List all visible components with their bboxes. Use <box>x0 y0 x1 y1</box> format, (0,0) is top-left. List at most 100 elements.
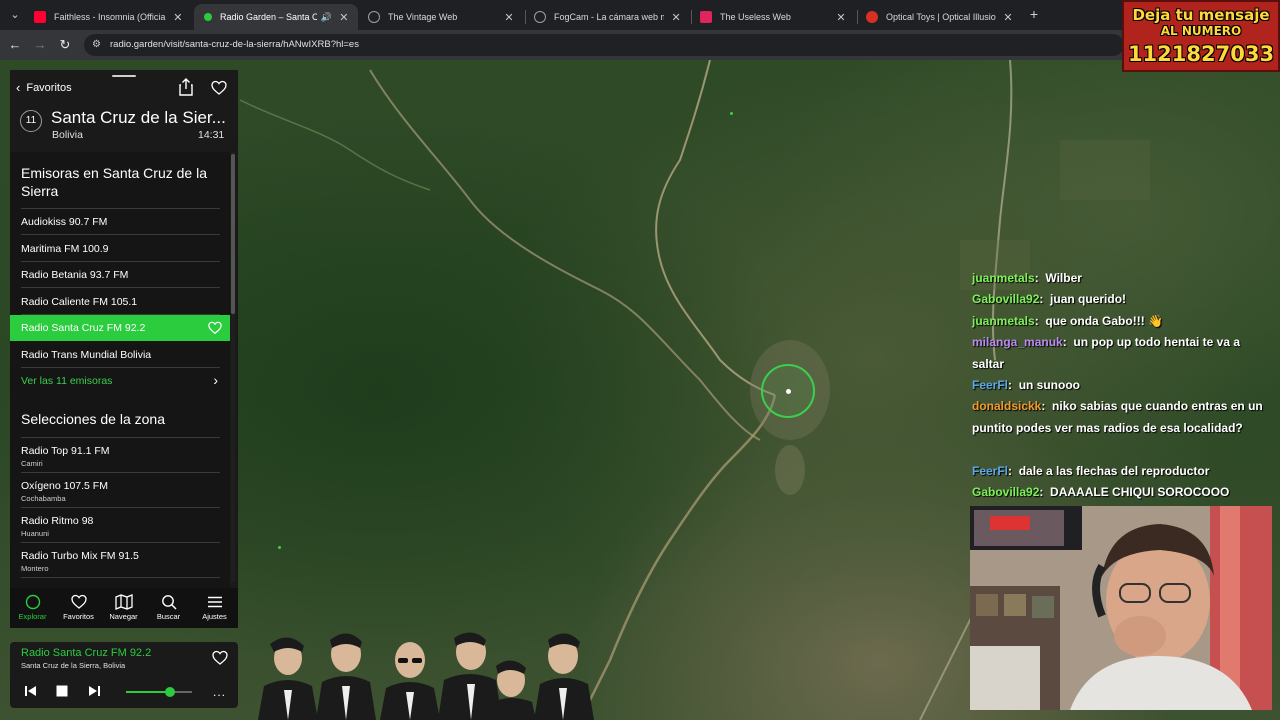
station-dot[interactable] <box>278 546 281 549</box>
station-name: Radio Betania 93.7 FM <box>21 269 129 281</box>
panel-scrollbar[interactable] <box>231 152 235 582</box>
volume-knob[interactable] <box>164 687 175 697</box>
back-to-favorites-link[interactable]: ‹ Favoritos <box>16 80 72 95</box>
close-tab-icon[interactable]: ✕ <box>834 11 848 24</box>
heart-icon[interactable] <box>208 321 222 335</box>
chat-message: donaldsickk: niko sabias que cuando entr… <box>972 399 1263 435</box>
radio-panel: ‹ Favoritos 11 Santa Cruz de la Sier... … <box>10 70 238 590</box>
globe-favicon-icon <box>368 11 380 23</box>
station-item[interactable]: Radio Betania 93.7 FM <box>10 262 230 288</box>
chat-username: donaldsickk <box>972 399 1042 413</box>
map-icon <box>114 594 133 610</box>
close-tab-icon[interactable]: ✕ <box>670 11 682 24</box>
stop-icon[interactable] <box>55 684 69 698</box>
station-list[interactable]: Emisoras en Santa Cruz de la Sierra Audi… <box>10 152 230 590</box>
speaker-icon[interactable]: 🔊 <box>321 12 332 23</box>
chat-message: FeerFl: dale a las flechas del reproduct… <box>972 464 1210 478</box>
close-tab-icon[interactable]: ✕ <box>338 11 350 24</box>
tab-title: The Useless Web <box>720 12 791 22</box>
chat-message: Gabovilla92: DAAAALE CHIQUI SOROCOOO <box>972 485 1230 499</box>
heart-icon <box>70 594 87 609</box>
tab-0[interactable]: Faithless - Insomnia (Official 4K ✕ <box>26 4 192 30</box>
see-all-stations-link[interactable]: Ver las 11 emisoras › <box>10 368 230 394</box>
more-options-icon[interactable]: ... <box>213 685 226 699</box>
share-icon[interactable] <box>178 78 194 96</box>
selection-name: Oxígeno 107.5 FM <box>21 480 108 492</box>
tab-title: Optical Toys | Optical Illusions a <box>886 12 996 22</box>
tab-4[interactable]: The Useless Web ✕ <box>692 4 856 30</box>
nav-label: Explorar <box>18 612 47 621</box>
volume-slider[interactable] <box>126 687 192 697</box>
previous-icon[interactable] <box>24 684 38 698</box>
stream-chat: juanmetals: Wilber Gabovilla92: juan que… <box>966 266 1276 506</box>
new-tab-icon[interactable]: + <box>1026 6 1042 22</box>
url-text[interactable]: radio.garden/visit/santa-cruz-de-la-sier… <box>110 39 359 50</box>
heart-icon[interactable] <box>211 80 227 96</box>
address-bar[interactable]: ⚙ radio.garden/visit/santa-cruz-de-la-si… <box>84 34 1124 56</box>
tab-1[interactable]: Radio Garden – Santa Cruz 🔊 ✕ <box>194 4 358 30</box>
globe-favicon-icon <box>534 11 546 23</box>
station-item-active[interactable]: Radio Santa Cruz FM 92.2 <box>10 315 230 341</box>
nav-search[interactable]: Buscar <box>146 588 191 628</box>
station-item[interactable]: Audiokiss 90.7 FM <box>10 209 230 235</box>
selection-name: Radio Ritmo 98 <box>21 515 94 527</box>
selection-name: Radio Top 91.1 FM <box>21 445 110 457</box>
volume-fill <box>126 691 170 693</box>
chat-message: milanga_manuk: un pop up todo hentai te … <box>972 335 1241 371</box>
browser-toolbar: ← → ↻ ⚙ radio.garden/visit/santa-cruz-de… <box>0 30 1280 60</box>
selected-station-marker[interactable] <box>761 364 815 418</box>
nav-explore[interactable]: Explorar <box>10 588 55 628</box>
chat-message: juanmetals: que onda Gabo!!! 👋 <box>972 314 1163 328</box>
selection-item[interactable]: Radio Top 91.1 FM Camiri <box>10 438 230 473</box>
selection-item[interactable]: Radio Turbo Mix FM 91.5 Montero <box>10 543 230 578</box>
chat-username: juanmetals <box>972 314 1035 328</box>
selection-place: Camiri <box>21 459 43 468</box>
tab-5[interactable]: Optical Toys | Optical Illusions a ✕ <box>858 4 1022 30</box>
close-tab-icon[interactable]: ✕ <box>1002 11 1014 24</box>
tab-2[interactable]: The Vintage Web ✕ <box>360 4 524 30</box>
tab-3[interactable]: FogCam - La cámara web más a ✕ <box>526 4 690 30</box>
site-settings-icon[interactable]: ⚙ <box>92 39 104 51</box>
station-item[interactable]: Radio Caliente FM 105.1 <box>10 289 230 315</box>
stream-message-sign: Deja tu mensaje AL NUMERO 1121827033 <box>1122 0 1280 72</box>
chat-text: Wilber <box>1045 271 1082 285</box>
reload-icon[interactable]: ↻ <box>57 37 73 53</box>
nav-label: Ajustes <box>202 612 227 621</box>
close-tab-icon[interactable]: ✕ <box>502 11 516 24</box>
drag-handle[interactable] <box>112 75 136 77</box>
station-item[interactable]: Maritima FM 100.9 <box>10 236 230 262</box>
chat-username: Gabovilla92 <box>972 292 1040 306</box>
heart-icon[interactable] <box>212 650 228 666</box>
chat-message: FeerFl: un sunooo <box>972 378 1081 392</box>
youtube-favicon-icon <box>34 11 46 23</box>
selection-place: Montero <box>21 564 49 573</box>
close-tab-icon[interactable]: ✕ <box>172 11 184 24</box>
sign-line-2: AL NUMERO <box>1160 24 1242 38</box>
nav-browse[interactable]: Navegar <box>101 588 146 628</box>
back-arrow-icon[interactable]: ← <box>7 37 23 53</box>
tab-search-chevron-icon[interactable]: ⌄ <box>6 6 24 24</box>
useless-web-favicon-icon <box>700 11 712 23</box>
station-name: Maritima FM 100.9 <box>21 243 109 255</box>
now-playing-location: Santa Cruz de la Sierra, Bolivia <box>21 661 126 670</box>
now-playing-title[interactable]: Radio Santa Cruz FM 92.2 <box>21 647 151 659</box>
tab-title: Faithless - Insomnia (Official 4K <box>54 12 166 22</box>
forward-arrow-icon[interactable]: → <box>32 37 48 53</box>
nav-favorites[interactable]: Favoritos <box>56 588 101 628</box>
selection-item[interactable]: Radio Ritmo 98 Huanuni <box>10 508 230 543</box>
nav-label: Favoritos <box>63 612 94 621</box>
nav-settings[interactable]: Ajustes <box>192 588 237 628</box>
see-all-label: Ver las 11 emisoras <box>21 375 113 387</box>
scrollbar-thumb[interactable] <box>231 154 235 314</box>
station-dot[interactable] <box>730 112 733 115</box>
selection-item[interactable]: Oxígeno 107.5 FM Cochabamba <box>10 473 230 508</box>
marker-center-dot <box>786 389 791 394</box>
search-icon <box>161 595 177 610</box>
selection-name: Radio Turbo Mix FM 91.5 <box>21 550 139 562</box>
next-icon[interactable] <box>87 684 101 698</box>
chat-text: un sunooo <box>1018 378 1081 392</box>
station-item[interactable]: Radio Trans Mundial Bolivia <box>10 342 230 368</box>
chat-text: DAAAALE CHIQUI SOROCOOO <box>1050 485 1230 499</box>
country-label: Bolivia <box>52 129 83 141</box>
panel-header: ‹ Favoritos 11 Santa Cruz de la Sier... … <box>10 70 238 152</box>
